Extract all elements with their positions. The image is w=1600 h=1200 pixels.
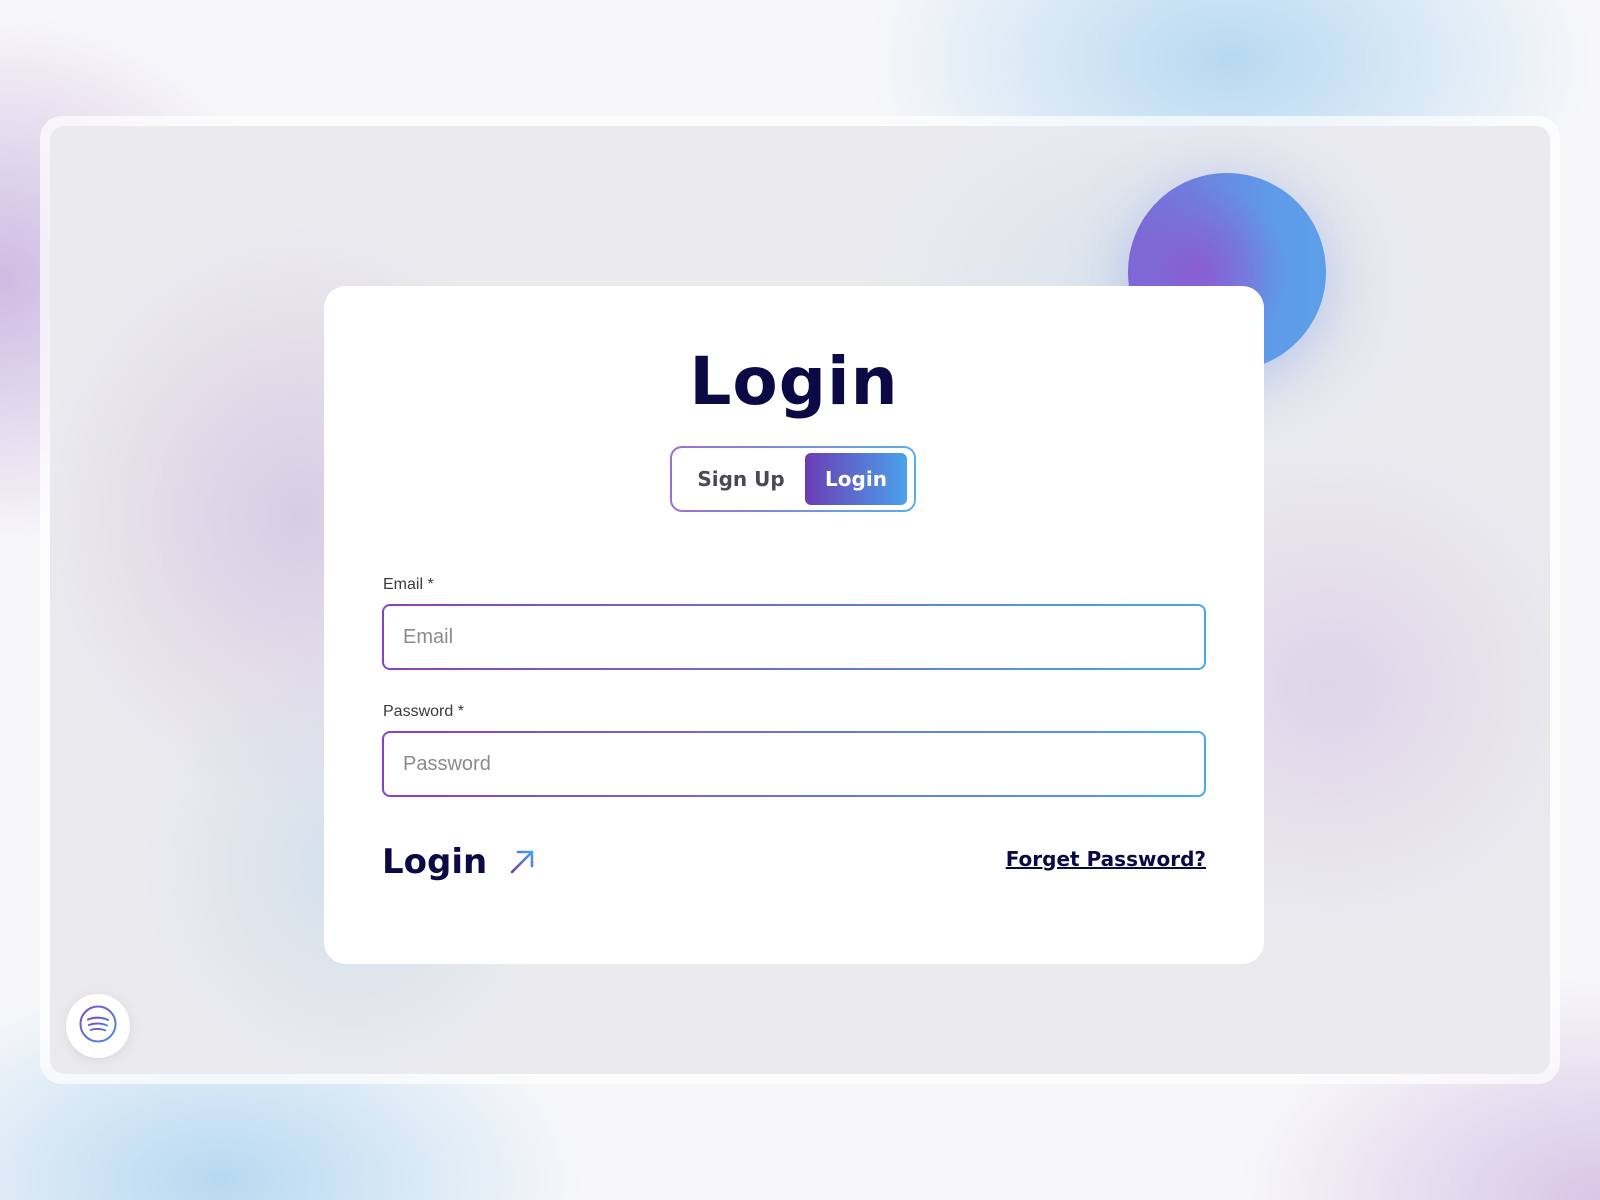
login-submit-label: Login <box>382 842 488 882</box>
forgot-password-link[interactable]: Forget Password? <box>1006 847 1206 871</box>
background-canvas: Login Sign Up Login Email * Password * L… <box>50 126 1550 1074</box>
auth-mode-toggle-inner: Sign Up Login <box>672 448 914 510</box>
password-label: Password * <box>383 703 464 720</box>
page-title: Login <box>689 343 899 420</box>
page-frame: Login Sign Up Login Email * Password * L… <box>40 116 1560 1084</box>
tab-login[interactable]: Login <box>805 453 907 505</box>
spotify-icon <box>78 1004 118 1048</box>
spotify-button[interactable] <box>66 994 130 1058</box>
arrow-up-right-icon <box>507 847 537 877</box>
email-field[interactable] <box>384 606 1204 668</box>
password-field[interactable] <box>384 733 1204 795</box>
password-field-border <box>382 731 1206 797</box>
login-card: Login Sign Up Login Email * Password * L… <box>324 286 1264 964</box>
login-submit-button[interactable]: Login <box>382 840 537 884</box>
tab-sign-up[interactable]: Sign Up <box>680 453 802 505</box>
auth-mode-toggle: Sign Up Login <box>670 446 916 512</box>
email-label: Email * <box>383 576 434 593</box>
email-field-border <box>382 604 1206 670</box>
